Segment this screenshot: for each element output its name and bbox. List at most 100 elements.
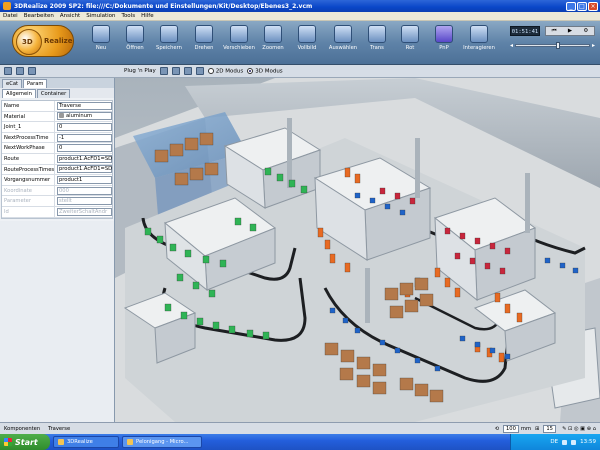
- property-key: NextProcessTime: [2, 132, 55, 143]
- rewind-icon[interactable]: ⏮: [552, 28, 557, 35]
- cardboard-box: [339, 367, 354, 381]
- connect-icon[interactable]: [16, 67, 24, 75]
- property-input[interactable]: aluminum: [57, 112, 112, 121]
- green-robot: [262, 331, 270, 340]
- property-input[interactable]: ZweiterSchaltAndr: [57, 207, 112, 216]
- taskbar-item-document[interactable]: Pelonigang - Micro...: [122, 436, 202, 448]
- property-input[interactable]: stellt: [57, 197, 112, 206]
- plugnplay-label[interactable]: Plug 'n Play: [124, 68, 156, 74]
- tray-icon[interactable]: [571, 439, 577, 445]
- taskbar-item-3drealize[interactable]: 3DRealize: [53, 436, 119, 448]
- tab-ecat[interactable]: eCat: [2, 79, 23, 88]
- mode-3d-option[interactable]: 3D Modus: [247, 67, 283, 74]
- mode-2d-option[interactable]: 2D Modus: [207, 67, 243, 74]
- column: [415, 138, 420, 198]
- blue-part: [414, 357, 421, 364]
- interact-button[interactable]: Interagieren: [462, 25, 496, 61]
- green-robot: [144, 227, 152, 236]
- menu-simulation[interactable]: Simulation: [86, 13, 115, 19]
- save-button[interactable]: Speichern: [152, 25, 186, 61]
- property-input[interactable]: product1.AcFD1=SD: [57, 154, 112, 163]
- menu-bar: Datei Bearbeiten Ansicht Simulation Tool…: [0, 12, 600, 21]
- menu-tools[interactable]: Tools: [122, 13, 136, 19]
- property-input[interactable]: 000: [57, 186, 112, 195]
- start-button[interactable]: Start: [0, 434, 50, 450]
- pnp-snap-icon[interactable]: [171, 67, 180, 75]
- move-button[interactable]: Verschieben: [222, 25, 256, 61]
- maximize-button[interactable]: □: [577, 1, 587, 11]
- minimize-button[interactable]: _: [566, 1, 576, 11]
- new-button[interactable]: Neu: [84, 25, 118, 61]
- mode-2d-radio[interactable]: [207, 67, 214, 74]
- speed-slider[interactable]: ◂ ▸: [510, 41, 595, 50]
- menu-hilfe[interactable]: Hilfe: [141, 13, 154, 19]
- properties-panel: eCat Param Allgemein Container Name Trave…: [0, 78, 115, 431]
- property-key: NextWorkPhase: [2, 143, 55, 153]
- menu-ansicht[interactable]: Ansicht: [60, 13, 80, 19]
- property-value[interactable]: 0: [55, 122, 112, 131]
- grid-field[interactable]: 100: [503, 424, 519, 433]
- layout-icon[interactable]: [4, 67, 12, 75]
- settings-icon[interactable]: ⚙: [583, 28, 588, 34]
- property-row: RouteProcessTimes product1.AcFD1=SD: [2, 164, 112, 176]
- property-value[interactable]: 0: [55, 144, 112, 153]
- close-button[interactable]: ×: [588, 1, 598, 11]
- secondary-toolbar: Plug 'n Play 2D Modus 3D Modus: [0, 65, 600, 78]
- speed-slider-knob[interactable]: [556, 42, 561, 49]
- open-button[interactable]: Öffnen: [118, 25, 152, 61]
- property-value[interactable]: 000: [55, 186, 112, 195]
- property-value[interactable]: stellt: [55, 197, 112, 206]
- trans-button[interactable]: Trans: [360, 25, 394, 61]
- menu-bearbeiten[interactable]: Bearbeiten: [24, 13, 54, 19]
- select-button[interactable]: Auswählen: [326, 25, 360, 61]
- rotate-icon: [195, 25, 213, 43]
- 3d-viewport[interactable]: [115, 78, 600, 422]
- property-input[interactable]: 0: [57, 122, 112, 131]
- rotate-view-icon[interactable]: ⟲: [491, 426, 503, 432]
- fast-icon: ▸: [591, 42, 595, 49]
- property-input[interactable]: product1.AcFD1=SD: [57, 165, 112, 174]
- menu-datei[interactable]: Datei: [3, 13, 18, 19]
- subtab-container[interactable]: Container: [36, 89, 71, 98]
- language-indicator[interactable]: DE: [550, 439, 558, 445]
- tray-icon[interactable]: [562, 439, 568, 445]
- fullscreen-button[interactable]: Vollbild: [290, 25, 324, 61]
- tab-param[interactable]: Param: [23, 79, 48, 88]
- rotate-button[interactable]: Drehen: [187, 25, 221, 61]
- tools-icon[interactable]: [28, 67, 36, 75]
- green-robot: [156, 235, 164, 244]
- pnp-button[interactable]: PnP: [427, 25, 461, 61]
- component-label: Komponenten: [4, 425, 41, 432]
- mode-3d-radio[interactable]: [247, 67, 254, 74]
- green-robot: [164, 303, 172, 312]
- cardboard-box: [404, 299, 419, 313]
- subtab-allgemein[interactable]: Allgemein: [2, 89, 36, 98]
- cardboard-box: [154, 149, 169, 163]
- property-value[interactable]: product1.AcFD1=SD: [55, 165, 112, 174]
- cardboard-box: [372, 363, 387, 377]
- property-value[interactable]: -1: [55, 133, 112, 142]
- red-unit: [474, 237, 481, 245]
- play-icon[interactable]: ▶: [568, 28, 572, 34]
- pnp-grid-icon[interactable]: [195, 67, 204, 75]
- property-input[interactable]: Traverse: [57, 101, 112, 110]
- pnp-align-icon[interactable]: [183, 67, 192, 75]
- property-value[interactable]: aluminum: [55, 112, 112, 121]
- property-value[interactable]: Traverse: [55, 101, 112, 110]
- property-input[interactable]: 0: [57, 144, 112, 153]
- property-value[interactable]: product1: [55, 175, 112, 184]
- rotation-gizmo-icon: [401, 25, 419, 43]
- snap-field[interactable]: 15: [543, 424, 556, 433]
- property-value[interactable]: product1.AcFD1=SD: [55, 154, 112, 163]
- view-tools-icon[interactable]: ✎ ⊡ ◎ ▣ ⊕ ⌂: [558, 426, 600, 432]
- snap-icon[interactable]: ⊞: [531, 426, 543, 432]
- cardboard-box: [324, 342, 339, 356]
- cardboard-box: [356, 356, 371, 370]
- property-input[interactable]: -1: [57, 133, 112, 142]
- rot-button[interactable]: Rot: [393, 25, 427, 61]
- property-value[interactable]: ZweiterSchaltAndr: [55, 207, 112, 216]
- pnp-connect-icon[interactable]: [159, 67, 168, 75]
- property-value-text: stellt: [59, 198, 72, 205]
- zoom-button[interactable]: Zoomen: [256, 25, 290, 61]
- property-input[interactable]: product1: [57, 175, 112, 184]
